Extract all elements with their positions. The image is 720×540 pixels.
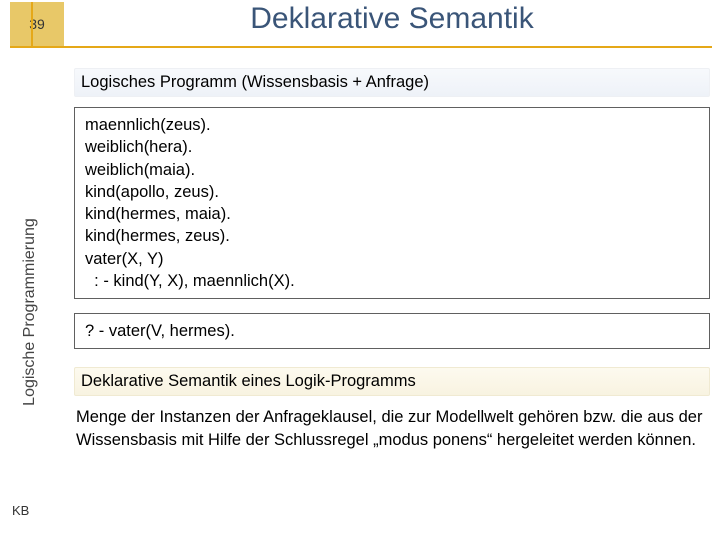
heading-logisches-programm: Logisches Programm (Wissensbasis + Anfra…	[74, 68, 710, 97]
page-number: 39	[10, 2, 64, 46]
code-block-query: ? - vater(V, hermes).	[74, 313, 710, 349]
explanation-text: Menge der Instanzen der Anfrageklausel, …	[74, 406, 710, 451]
sidebar-label: Logische Programmierung	[21, 212, 39, 412]
slide-header: 39 Deklarative Semantik	[0, 0, 720, 58]
footer-left-label: KB	[12, 503, 29, 518]
heading-deklarative-semantik: Deklarative Semantik eines Logik-Program…	[74, 367, 710, 396]
header-divider	[10, 46, 712, 48]
slide-title: Deklarative Semantik	[64, 0, 720, 36]
slide-body: Logische Programmierung KB Logisches Pro…	[0, 58, 720, 540]
content-area: Logisches Programm (Wissensbasis + Anfra…	[74, 68, 710, 451]
code-block-knowledge-base: maennlich(zeus). weiblich(hera). weiblic…	[74, 107, 710, 299]
